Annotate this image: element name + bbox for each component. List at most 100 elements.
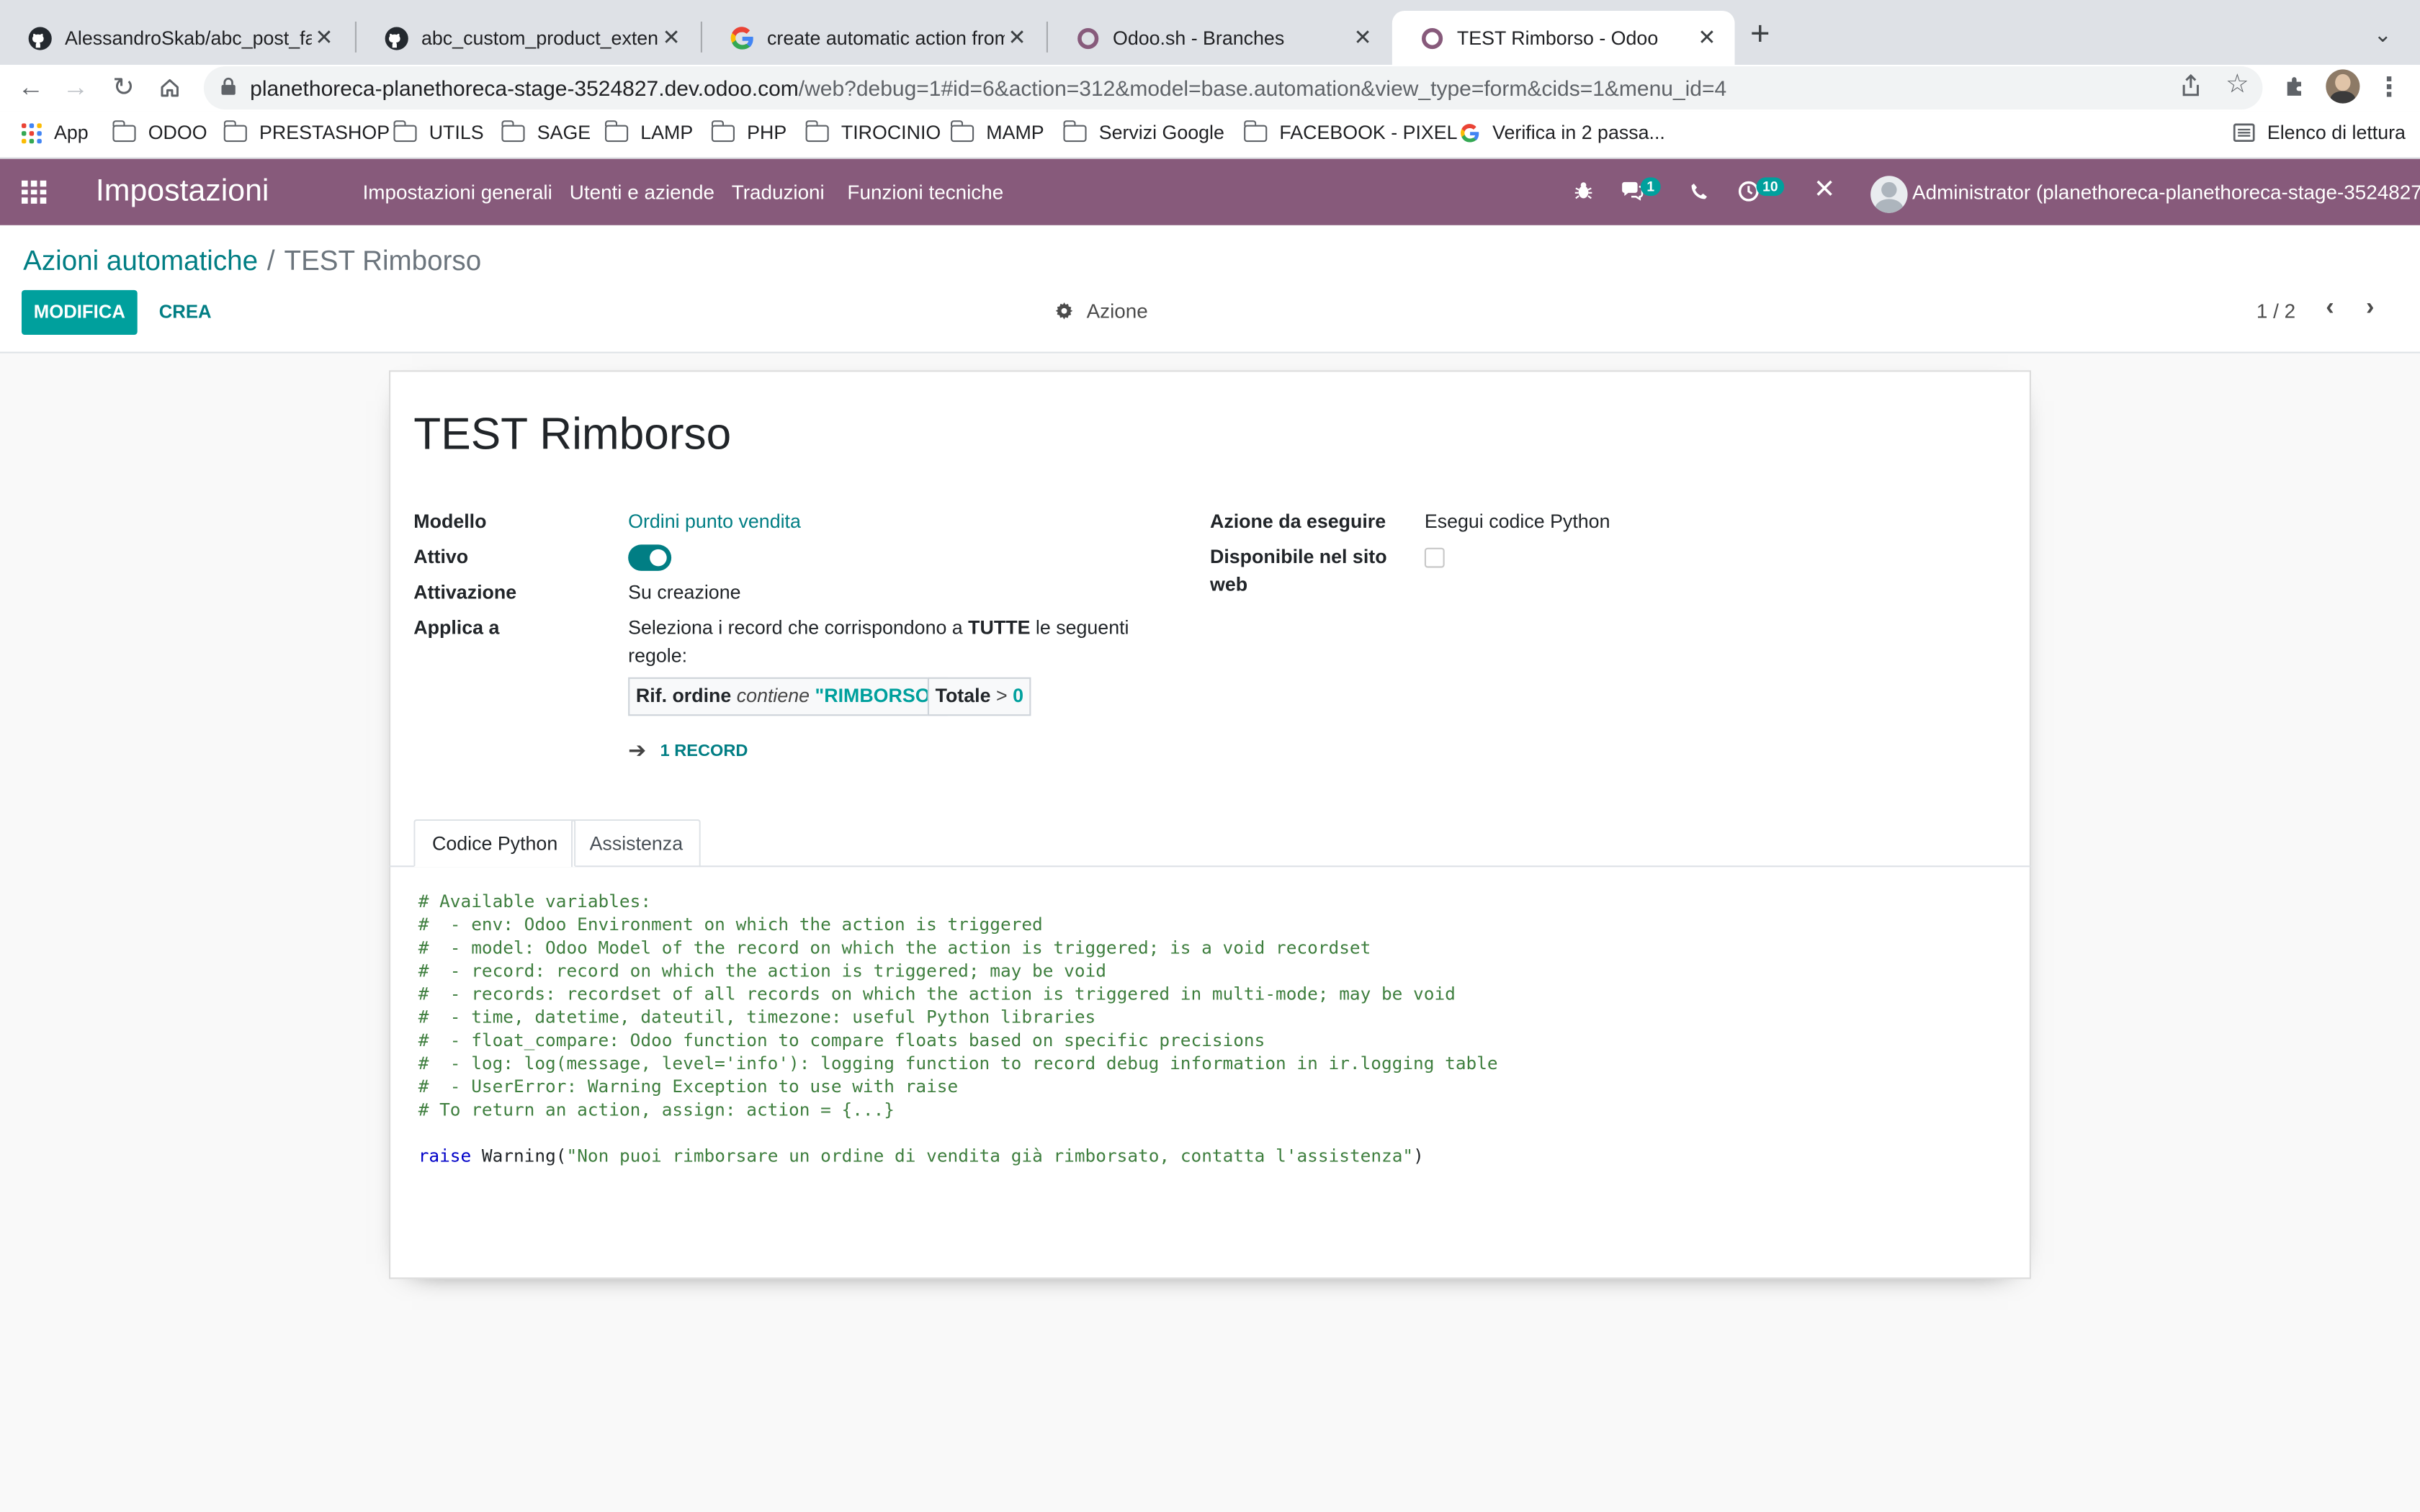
close-icon[interactable]: ✕ [1695, 24, 1719, 50]
bookmark-label: App [54, 122, 89, 144]
chevron-right-icon[interactable]: › [2366, 294, 2374, 323]
google-icon [730, 25, 755, 50]
records-count-button[interactable]: ➔ 1 RECORD [628, 737, 748, 763]
bookmark-folder[interactable]: SAGE [501, 120, 591, 144]
reading-list[interactable]: Elenco di lettura [2233, 122, 2406, 143]
apps-menu-icon[interactable] [22, 180, 48, 204]
avatar[interactable] [1870, 176, 1908, 213]
more-vertical-icon[interactable]: ⋮ [2372, 71, 2406, 105]
reading-list-label: Elenco di lettura [2267, 122, 2406, 144]
field-label-model: Modello [413, 510, 487, 533]
python-code-editor[interactable]: # Available variables: # - env: Odoo Env… [418, 890, 1498, 1168]
activity-clock-icon[interactable] [1738, 177, 1760, 207]
field-label-active: Attivo [413, 546, 469, 568]
active-toggle[interactable] [628, 544, 672, 571]
odoo-navbar: Impostazioni Impostazioni generali Utent… [0, 158, 2420, 225]
code-comment: # - model: Odoo Model of the record on w… [418, 936, 1371, 958]
bookmark-folder[interactable]: PHP [710, 120, 787, 144]
messages-icon[interactable] [1621, 177, 1644, 205]
apply-text: regole: [628, 644, 688, 667]
tab-assistenza[interactable]: Assistenza [570, 819, 702, 868]
bookmark-folder[interactable]: FACEBOOK - PIXEL [1243, 120, 1458, 143]
gear-icon [1055, 302, 1073, 320]
browser-tab[interactable]: Odoo.sh - Branches ✕ [1048, 11, 1391, 65]
bookmark-apps[interactable]: App [22, 122, 89, 143]
phone-icon[interactable] [1690, 177, 1708, 205]
bookmark-label: PHP [747, 122, 787, 144]
domain-facet[interactable]: Rif. ordine contiene "RIMBORSO" [628, 677, 947, 716]
chevron-left-icon[interactable]: ‹ [2326, 294, 2334, 323]
facet-operator: contiene [736, 685, 810, 707]
bookmark-label: ODOO [148, 122, 207, 144]
profile-avatar[interactable] [2326, 69, 2360, 104]
bookmark-folder[interactable]: MAMP [950, 120, 1044, 143]
folder-icon [1243, 120, 1268, 142]
folder-icon [1062, 120, 1087, 142]
share-icon[interactable] [2181, 73, 2201, 104]
close-icon[interactable]: ✕ [312, 24, 336, 50]
field-value-model[interactable]: Ordini punto vendita [628, 508, 801, 536]
extensions-icon[interactable] [2278, 71, 2312, 105]
bookmark-folder[interactable]: Servizi Google [1062, 120, 1224, 143]
edit-button[interactable]: MODIFICA [22, 289, 138, 335]
action-label: Azione [1086, 299, 1148, 323]
code-comment: # - env: Odoo Environment on which the a… [418, 913, 1043, 935]
star-icon[interactable]: ☆ [2226, 69, 2249, 100]
menu-utenti-e-aziende[interactable]: Utenti e aziende [570, 181, 714, 204]
bookmark-folder[interactable]: LAMP [604, 120, 693, 143]
apply-text: le seguenti [1030, 617, 1129, 639]
folder-icon [393, 120, 417, 142]
website-published-checkbox[interactable] [1424, 547, 1445, 568]
github-icon [385, 25, 409, 50]
tab-title: AlessandroSkab/abc_post_fatt [65, 27, 312, 49]
code-comment: # To return an action, assign: action = … [418, 1098, 895, 1120]
tab-title: TEST Rimborso - Odoo [1456, 27, 1659, 49]
reading-list-icon [2233, 123, 2255, 143]
domain-facet[interactable]: Totale > 0 [927, 677, 1031, 716]
field-label-trigger: Attivazione [413, 581, 517, 603]
browser-tab[interactable]: AlessandroSkab/abc_post_fatt ✕ [0, 11, 352, 65]
close-icon[interactable]: ✕ [1350, 24, 1375, 50]
debug-bug-icon[interactable] [1574, 177, 1593, 205]
create-button[interactable]: CREA [159, 301, 212, 323]
app-name[interactable]: Impostazioni [96, 174, 269, 210]
close-icon[interactable]: ✕ [659, 24, 684, 50]
browser-tab[interactable]: abc_custom_product_extensio ✕ [357, 11, 699, 65]
github-icon [28, 25, 53, 50]
breadcrumb-parent[interactable]: Azioni automatiche [23, 246, 258, 276]
bookmark-folder[interactable]: UTILS [393, 120, 484, 143]
control-panel: Azioni automatiche / TEST Rimborso MODIFIC… [0, 225, 2420, 354]
reload-icon[interactable]: ↻ [107, 71, 140, 105]
apply-text-bold: TUTTE [968, 617, 1031, 639]
address-bar[interactable]: planethoreca-planethoreca-stage-3524827.… [203, 66, 2263, 110]
close-debug-icon[interactable]: ✕ [1814, 174, 1836, 205]
breadcrumb-separator: / [266, 245, 275, 276]
tab-title: Odoo.sh - Branches [1113, 27, 1285, 49]
bookmark-google[interactable]: Verifica in 2 passa... [1460, 122, 1665, 143]
user-menu[interactable]: Administrator (planethoreca-planethoreca… [1912, 181, 2420, 204]
facet-value: 0 [1013, 685, 1023, 707]
browser-toolbar: ← → ↻ planethoreca-planethoreca-stage-35… [0, 65, 2420, 112]
tab-codice-python[interactable]: Codice Python [413, 819, 576, 868]
home-icon[interactable] [153, 71, 187, 105]
bookmark-folder[interactable]: TIROCINIO [805, 120, 941, 143]
back-arrow-icon[interactable]: ← [14, 71, 48, 105]
new-tab-button[interactable]: + [1750, 16, 1770, 51]
action-menu-button[interactable]: Azione [1055, 299, 1148, 323]
pager-value[interactable]: 1 / 2 [2257, 300, 2295, 323]
apply-text: Seleziona i record che corrispondono a [628, 617, 969, 639]
code-comment: # - float_compare: Odoo function to comp… [418, 1029, 1265, 1051]
breadcrumb: Azioni automatiche / TEST Rimborso [23, 246, 481, 278]
google-icon [1460, 122, 1480, 143]
menu-traduzioni[interactable]: Traduzioni [732, 181, 825, 204]
menu-funzioni-tecniche[interactable]: Funzioni tecniche [847, 181, 1003, 204]
chevron-down-icon[interactable]: ⌄ [2374, 22, 2392, 48]
bookmark-label: SAGE [537, 122, 591, 144]
bookmark-folder[interactable]: PRESTASHOP [223, 120, 390, 143]
bookmark-folder[interactable]: ODOO [112, 120, 207, 144]
browser-tab[interactable]: create automatic action from p ✕ [702, 11, 1045, 65]
forward-arrow-icon[interactable]: → [58, 71, 92, 105]
menu-impostazioni-generali[interactable]: Impostazioni generali [363, 181, 552, 204]
close-icon[interactable]: ✕ [1005, 24, 1029, 50]
browser-tab-active[interactable]: TEST Rimborso - Odoo ✕ [1392, 11, 1735, 65]
